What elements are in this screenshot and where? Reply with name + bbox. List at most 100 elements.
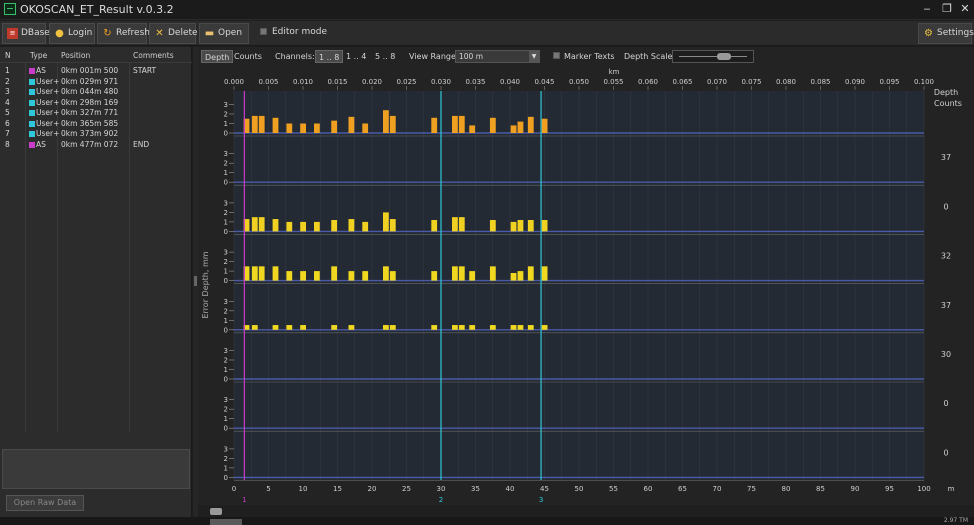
depth-bar xyxy=(452,217,458,232)
delete-x-icon: ✕ xyxy=(155,28,164,39)
y-tick-label: 1 xyxy=(224,464,228,472)
open-label: Open xyxy=(218,28,243,38)
depth-chart[interactable]: km 0.000 0.005 0.010 0.015 0.020 0.025 0.030 0.0… xyxy=(198,65,974,505)
channels-5-8-button[interactable]: 5 .. 8 xyxy=(372,50,398,63)
scrollbar-thumb[interactable] xyxy=(210,508,222,515)
col-n-header[interactable]: N xyxy=(5,51,11,60)
bottom-tick-label: 5 xyxy=(266,485,270,493)
channels-1-8-button[interactable]: 1 .. 8 xyxy=(315,50,344,63)
folder-icon: ▬ xyxy=(204,28,215,39)
row-n: 1 xyxy=(5,66,10,75)
gear-icon: ⚙ xyxy=(924,28,933,39)
depth-bar xyxy=(431,220,438,232)
depth-bar xyxy=(541,118,548,133)
open-button[interactable]: ▬ Open xyxy=(199,23,249,44)
row-type: User+ xyxy=(36,87,60,96)
tab-counts[interactable]: Counts xyxy=(231,50,265,63)
marker-color-swatch xyxy=(29,110,35,116)
col-type-header[interactable]: Type xyxy=(30,51,47,60)
channel-count-label: 30 xyxy=(941,350,951,359)
bottom-axis-unit: m xyxy=(948,485,955,493)
depth-bar xyxy=(389,219,396,232)
top-tick-label: 0.085 xyxy=(810,78,830,86)
depth-bar xyxy=(489,266,496,281)
row-n: 5 xyxy=(5,108,10,117)
depth-bar xyxy=(314,221,320,232)
horizontal-scrollbar[interactable] xyxy=(198,505,974,517)
bottom-tick-label: 30 xyxy=(437,485,446,493)
depth-scale-slider[interactable] xyxy=(672,50,754,63)
y-tick-label: 2 xyxy=(224,307,228,315)
depth-bar xyxy=(458,217,465,232)
row-type: User+ xyxy=(36,97,60,107)
splitter-grip-icon[interactable] xyxy=(194,276,197,286)
chevron-down-icon[interactable]: ▼ xyxy=(529,51,539,62)
top-tick-label: 0.100 xyxy=(914,78,934,86)
status-scroll-thumb[interactable] xyxy=(210,519,242,525)
channels-1-4-button[interactable]: 1 .. 4 xyxy=(343,50,369,63)
dbase-button[interactable]: ≡ DBase xyxy=(2,23,50,44)
settings-button[interactable]: ⚙ Settings xyxy=(918,23,974,44)
col-comments-header[interactable]: Comments xyxy=(133,51,174,60)
depth-bar xyxy=(458,325,465,330)
login-button[interactable]: ● Login xyxy=(49,23,95,44)
col-position-header[interactable]: Position xyxy=(61,51,90,60)
depth-bar xyxy=(331,220,338,232)
y-tick-label: 1 xyxy=(224,169,228,177)
bottom-tick-label: 35 xyxy=(471,485,480,493)
open-raw-data-button[interactable]: Open Raw Data xyxy=(6,495,84,511)
view-range-select[interactable]: 100 m ▼ xyxy=(455,50,540,63)
row-type: AS xyxy=(36,66,46,75)
row-type: User+ xyxy=(36,129,60,138)
depth-bar xyxy=(348,271,355,281)
marker-texts-checkbox[interactable] xyxy=(553,52,560,59)
depth-bar xyxy=(362,221,369,232)
dbase-label: DBase xyxy=(21,28,50,38)
table-row[interactable]: 4 User+ 0km 298m 169 xyxy=(0,98,192,108)
table-row[interactable]: 1 AS 0km 001m 500 START xyxy=(0,66,192,76)
table-row[interactable]: 2 User+ 0km 029m 971 xyxy=(0,77,192,87)
top-tick-label: 0.010 xyxy=(293,78,313,86)
marker-color-swatch xyxy=(29,120,35,127)
delete-label: Delete xyxy=(168,28,198,38)
bottom-tick-label: 60 xyxy=(644,485,653,493)
marker-color-swatch xyxy=(29,89,35,95)
bottom-tick-label: 100 xyxy=(917,485,930,493)
row-position: 0km 029m 971 xyxy=(61,76,119,86)
delete-button[interactable]: ✕ Delete xyxy=(149,23,198,44)
close-button[interactable]: ✕ xyxy=(958,2,972,16)
table-row[interactable]: 8 AS 0km 477m 072 END xyxy=(0,140,192,150)
depth-bar xyxy=(517,271,524,281)
marker-color-swatch xyxy=(29,99,35,106)
depth-bar xyxy=(258,217,265,232)
depth-bar xyxy=(527,325,534,330)
top-tick-label: 0.070 xyxy=(707,78,727,86)
markers-panel: N Type Position Comments 1 AS 0km 001m 500… xyxy=(0,47,192,525)
y-tick-label: 2 xyxy=(224,357,228,365)
row-position: 0km 001m 500 xyxy=(61,66,119,75)
refresh-button[interactable]: ↻ Refresh xyxy=(97,23,150,44)
table-row[interactable]: 3 User+ 0km 044m 480 xyxy=(0,87,192,97)
depth-bar xyxy=(300,325,306,330)
depth-bar xyxy=(510,273,517,281)
status-strip: 2.97 TM xyxy=(0,517,974,525)
table-row[interactable]: 7 User+ 0km 373m 902 xyxy=(0,129,192,139)
restore-button[interactable]: ❐ xyxy=(940,2,954,16)
slider-knob[interactable] xyxy=(717,53,731,60)
tab-depth[interactable]: Depth xyxy=(201,50,234,63)
table-row[interactable]: 5 User+ 0km 327m 771 xyxy=(0,108,192,118)
y-tick-label: 2 xyxy=(224,160,228,168)
depth-bar xyxy=(431,325,438,330)
minimize-button[interactable]: ‒ xyxy=(920,2,934,16)
depth-bar xyxy=(258,115,265,133)
depth-bar xyxy=(489,220,496,232)
depth-bar xyxy=(541,325,548,330)
depth-bar xyxy=(383,110,389,133)
channels-label: Channels: xyxy=(275,52,315,61)
top-tick-label: 0.060 xyxy=(638,78,658,86)
depth-bar xyxy=(300,123,306,133)
table-row[interactable]: 6 User+ 0km 365m 585 xyxy=(0,119,192,129)
y-tick-label: 0 xyxy=(224,425,228,433)
depth-bar xyxy=(389,115,396,133)
editor-mode-checkbox[interactable] xyxy=(260,28,267,35)
